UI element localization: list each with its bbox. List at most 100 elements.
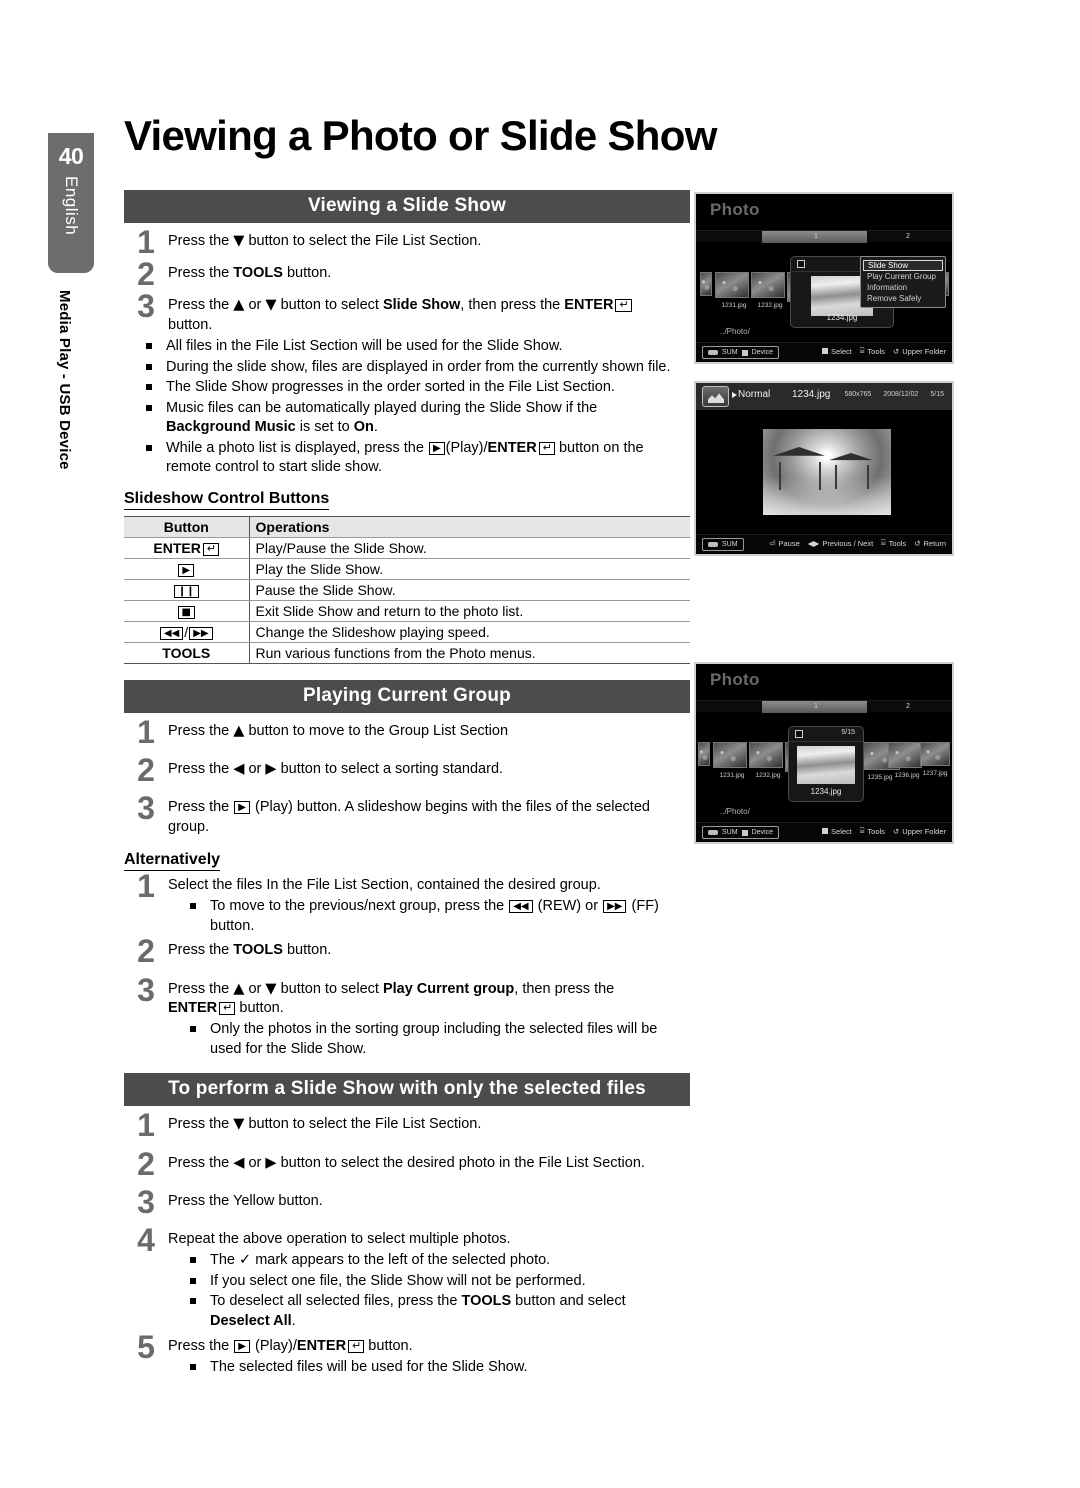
current-path: ../Photo/ (720, 807, 750, 816)
step-text: Press the ▼ button to select the File Li… (168, 233, 482, 249)
bullet-item: Music files can be automatically played … (124, 399, 690, 438)
enter-key-icon: ↵ (219, 1001, 236, 1015)
thumbnail-caption: 1232.jpg (755, 772, 781, 779)
step-text: Press the ▶ (Play) button. A slideshow b… (168, 799, 650, 835)
checkbox-icon[interactable] (795, 730, 803, 738)
bottom-hint-bar: SUM Device Select ⌸ Tools ↺ Upper Folder (696, 822, 952, 842)
step-text: Press the Yellow button. (168, 1192, 323, 1209)
cell-button: ▶ (124, 557, 250, 580)
section-header-playing-current-group: Playing Current Group (124, 679, 690, 713)
cell-operation: Exit Slide Show and return to the photo … (249, 599, 690, 622)
bullet-item: To deselect all selected files, press th… (168, 1292, 690, 1331)
menu-item-information[interactable]: Information (861, 282, 945, 293)
step-item: 4 Repeat the above operation to select m… (124, 1224, 690, 1332)
hint-tools[interactable]: ⌸ Tools (881, 538, 906, 548)
device-chip[interactable]: SUM Device (702, 826, 779, 839)
device-name: SUM (722, 349, 738, 356)
device-button-label: Device (751, 829, 773, 836)
page-number: 40 (58, 143, 84, 169)
hint-group: Select ⌸ Tools ↺ Upper Folder (822, 346, 946, 356)
menu-item-slide-show[interactable]: Slide Show (863, 260, 943, 271)
hint-select[interactable]: Select (822, 827, 852, 836)
checkbox-icon[interactable] (797, 260, 805, 268)
cell-operation: Run various functions from the Photo men… (249, 641, 690, 664)
photo-index: 5/15 (930, 391, 944, 398)
hint-previous-next[interactable]: ◀▶ Previous / Next (808, 539, 873, 548)
enter-key-icon: ↵ (538, 441, 555, 455)
step-item: 1 Press the ▼ button to select the File … (124, 1107, 690, 1144)
step-item: 3 Press the ▶ (Play) button. A slideshow… (124, 792, 690, 837)
thumbnail-caption: 1237.jpg (922, 770, 948, 777)
step-number: 2 (137, 256, 155, 293)
menu-item-remove-safely[interactable]: Remove Safely (861, 293, 945, 304)
screenshot-photo-list-group: Photo 1 2 1231.jpg 1232.jpg 1233.jpg 123… (694, 662, 954, 844)
column-header-button: Button (124, 515, 250, 538)
selected-file-preview (797, 746, 855, 784)
bullet-item: The ✓ mark appears to the left of the se… (168, 1251, 690, 1271)
enter-key-icon: ↵ (348, 1339, 365, 1353)
cell-button: ◀◀ / ▶▶ (124, 620, 250, 643)
step-number: 1 (137, 1107, 155, 1144)
rewind-key-icon: ◀◀ (159, 626, 184, 640)
bottom-hint-bar: SUM ⏎ Pause ◀▶ Previous / Next ⌸ Tools ↺ Ret… (696, 534, 952, 554)
cell-operation: Change the Slideshow playing speed. (249, 620, 690, 643)
steps-selected-files: 1 Press the ▼ button to select the File … (124, 1107, 690, 1377)
tools-context-menu[interactable]: Slide Show Play Current Group Informatio… (860, 256, 946, 308)
device-button-label: Device (751, 349, 773, 356)
enter-key-icon: ↵ (202, 542, 220, 556)
step-text: Press the ▼ button to select the File Li… (168, 1116, 482, 1133)
viewer-header: Normal 1234.jpg 580x765 2008/12/02 5/15 (696, 383, 952, 410)
device-square-icon (741, 829, 748, 836)
bullet-item: All files in the File List Section will … (124, 337, 690, 357)
hint-group: Select ⌸ Tools ↺ Upper Folder (822, 826, 946, 836)
thumbnail (700, 272, 712, 296)
column-header-operations: Operations (249, 515, 690, 538)
group-list-bar: 1 2 (696, 230, 952, 243)
bottom-hint-bar: SUM Device Select ⌸ Tools ↺ Upper Folder (696, 342, 952, 362)
screenshot-photo-viewer: Normal 1234.jpg 580x765 2008/12/02 5/15 … (694, 381, 954, 556)
hint-group: ⏎ Pause ◀▶ Previous / Next ⌸ Tools ↺ Return (769, 538, 946, 548)
selected-file-name: 1234.jpg (810, 787, 842, 796)
hint-return[interactable]: ↺ Return (914, 539, 946, 548)
menu-item-play-current-group[interactable]: Play Current Group (861, 271, 945, 282)
group-label: 1 (814, 233, 818, 240)
select-square-icon (822, 828, 829, 834)
hint-upper-folder[interactable]: ↺ Upper Folder (893, 827, 946, 836)
hint-tools[interactable]: ⌸ Tools (860, 346, 885, 356)
table-row: TOOLS Run various functions from the Pho… (124, 641, 690, 664)
subheading-slideshow-control-buttons: Slideshow Control Buttons (124, 490, 330, 510)
file-index: 5/15 (841, 729, 855, 736)
step-item: 2 Press the ◀ or ▶ button to select the … (124, 1147, 690, 1179)
cell-operation: Play/Pause the Slide Show. (249, 536, 690, 559)
step-text: Select the files In the File List Sectio… (168, 873, 690, 936)
cell-operation: Pause the Slide Show. (249, 578, 690, 601)
step-item: 2 Press the ◀ or ▶ button to select a so… (124, 754, 690, 786)
bullet-item: To move to the previous/next group, pres… (168, 897, 690, 936)
bullet-item: If you select one file, the Slide Show w… (168, 1272, 690, 1292)
step-number: 1 (137, 868, 155, 904)
cell-operation: Play the Slide Show. (249, 557, 690, 580)
page-tab: 40 English (48, 133, 94, 273)
step-item: 1 Press the ▲ button to move to the Grou… (124, 716, 690, 748)
cell-button: TOOLS (124, 641, 250, 664)
device-name: SUM (722, 541, 738, 548)
device-chip[interactable]: SUM Device (702, 346, 779, 359)
hint-select[interactable]: Select (822, 347, 852, 356)
hint-upper-folder[interactable]: ↺ Upper Folder (893, 347, 946, 356)
photo-resolution: 580x765 (844, 391, 872, 398)
hint-tools[interactable]: ⌸ Tools (860, 826, 885, 836)
bullet-item: While a photo list is displayed, press t… (124, 439, 690, 478)
tv-screen-title: Photo (710, 670, 760, 689)
usb-icon (708, 350, 718, 355)
photo-stack-icon (702, 386, 729, 407)
group-list-bar: 1 2 (696, 700, 952, 713)
group-label: 1 (814, 703, 818, 710)
steps-playing-current-group: 1 Press the ▲ button to move to the Grou… (124, 716, 690, 837)
step-text: Press the TOOLS button. (168, 942, 332, 959)
select-square-icon (822, 348, 829, 354)
cell-button: ❙❙ (124, 578, 250, 601)
device-chip[interactable]: SUM (702, 538, 744, 551)
step-text: Press the TOOLS button. (168, 265, 332, 282)
tools-icon: ⌸ (881, 538, 886, 547)
hint-pause[interactable]: ⏎ Pause (769, 539, 800, 548)
